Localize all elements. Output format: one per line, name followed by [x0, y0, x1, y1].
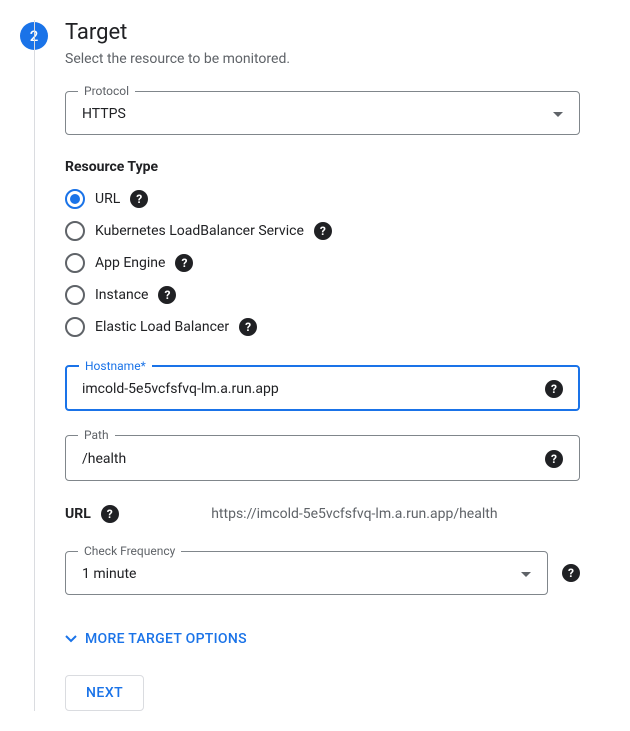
path-label: Path — [78, 428, 115, 442]
resource-type-heading: Resource Type — [65, 159, 580, 175]
chevron-down-icon — [65, 633, 77, 645]
protocol-value: HTTPS — [82, 106, 126, 122]
url-label: URL — [65, 506, 91, 522]
help-icon[interactable]: ? — [545, 380, 563, 398]
protocol-label: Protocol — [78, 84, 135, 98]
radio-label: Elastic Load Balancer — [95, 319, 229, 335]
help-icon[interactable]: ? — [101, 505, 119, 523]
help-icon[interactable]: ? — [158, 286, 176, 304]
radio-icon — [65, 189, 85, 209]
more-target-options-label: MORE TARGET OPTIONS — [85, 631, 247, 647]
radio-elastic-lb[interactable]: Elastic Load Balancer ? — [65, 317, 580, 337]
radio-instance[interactable]: Instance ? — [65, 285, 580, 305]
radio-url[interactable]: URL ? — [65, 189, 580, 209]
radio-label: URL — [95, 191, 120, 207]
section-subtitle: Select the resource to be monitored. — [65, 51, 580, 67]
dropdown-arrow-icon — [521, 572, 531, 577]
url-preview: https://imcold-5e5vcfsfvq-lm.a.run.app/h… — [129, 506, 580, 522]
radio-label: Kubernetes LoadBalancer Service — [95, 223, 304, 239]
hostname-field[interactable]: Hostname* ? — [65, 365, 580, 411]
help-icon[interactable]: ? — [314, 222, 332, 240]
radio-kubernetes[interactable]: Kubernetes LoadBalancer Service ? — [65, 221, 580, 241]
radio-icon — [65, 253, 85, 273]
protocol-select[interactable]: Protocol HTTPS — [65, 91, 580, 135]
check-frequency-value: 1 minute — [82, 566, 136, 582]
radio-icon — [65, 221, 85, 241]
section-title: Target — [65, 20, 580, 45]
resource-type-radio-group: URL ? Kubernetes LoadBalancer Service ? … — [65, 189, 580, 337]
radio-label: Instance — [95, 287, 148, 303]
help-icon[interactable]: ? — [562, 564, 580, 582]
dropdown-arrow-icon — [553, 112, 563, 117]
next-button[interactable]: NEXT — [65, 675, 144, 711]
help-icon[interactable]: ? — [175, 254, 193, 272]
radio-icon — [65, 317, 85, 337]
radio-app-engine[interactable]: App Engine ? — [65, 253, 580, 273]
path-field[interactable]: Path ? — [65, 435, 580, 481]
more-target-options-toggle[interactable]: MORE TARGET OPTIONS — [65, 631, 580, 647]
radio-icon — [65, 285, 85, 305]
path-input[interactable] — [82, 451, 535, 467]
help-icon[interactable]: ? — [545, 450, 563, 468]
hostname-input[interactable] — [82, 381, 535, 397]
check-frequency-label: Check Frequency — [78, 544, 181, 558]
hostname-label: Hostname* — [79, 359, 152, 373]
help-icon[interactable]: ? — [130, 190, 148, 208]
check-frequency-select[interactable]: Check Frequency 1 minute — [65, 551, 548, 595]
help-icon[interactable]: ? — [239, 318, 257, 336]
radio-label: App Engine — [95, 255, 165, 271]
